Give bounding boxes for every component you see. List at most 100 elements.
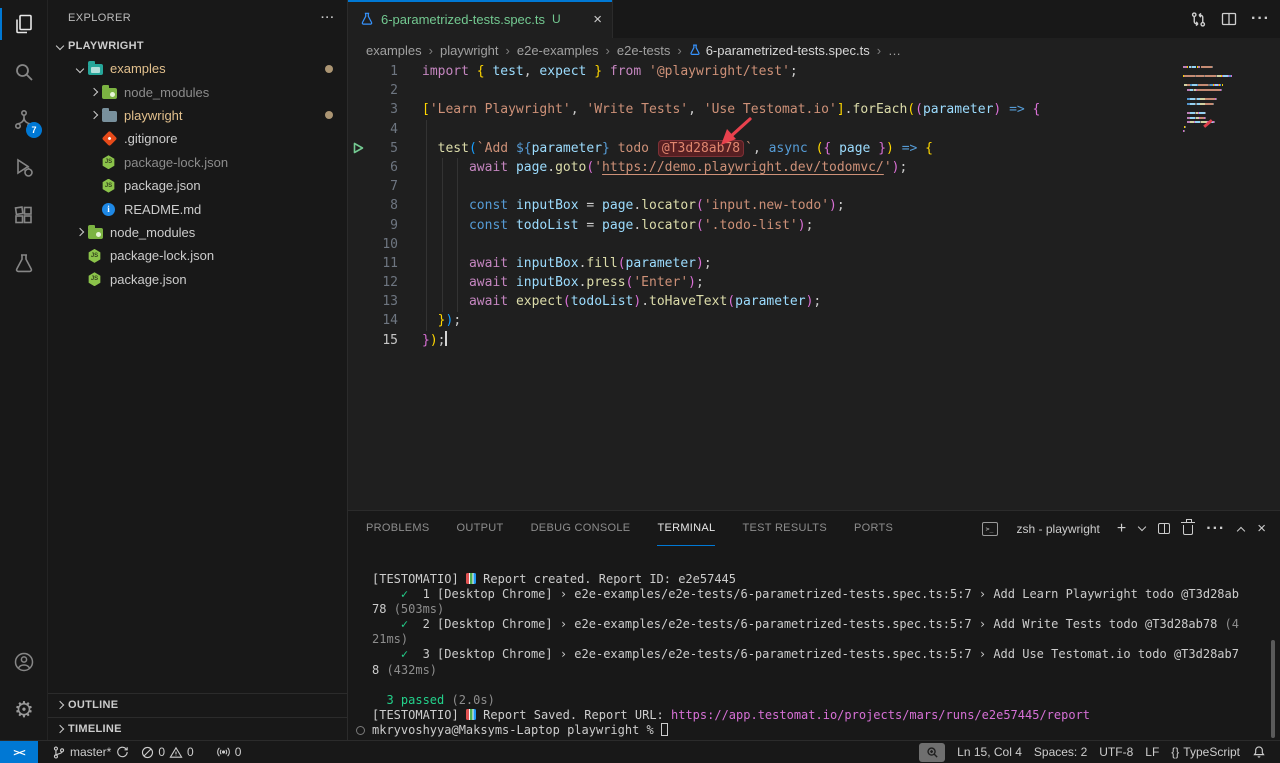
tree-item-node-modules[interactable]: node_modules bbox=[48, 221, 347, 244]
sidebar-title: EXPLORER bbox=[68, 12, 131, 24]
chevron-down-icon bbox=[52, 43, 68, 49]
code-token: { bbox=[477, 64, 485, 79]
panel-tab-output[interactable]: OUTPUT bbox=[457, 511, 504, 546]
breadcrumb-item[interactable]: … bbox=[888, 43, 901, 58]
panel-tab-test-results[interactable]: TEST RESULTS bbox=[742, 511, 827, 546]
tree-item-examples[interactable]: examples bbox=[48, 57, 347, 80]
section-outline[interactable]: OUTLINE bbox=[48, 693, 347, 717]
sidebar-header: EXPLORER ··· bbox=[48, 0, 347, 35]
file-tree: examplesnode_modulesplaywright.gitignore… bbox=[48, 57, 347, 291]
code-token bbox=[894, 141, 902, 156]
screencast-zoom-item[interactable] bbox=[919, 743, 945, 762]
report-chart-icon bbox=[466, 709, 476, 720]
tree-item-node-modules[interactable]: node_modules bbox=[48, 80, 347, 103]
sidebar-more-icon[interactable]: ··· bbox=[321, 12, 335, 24]
tree-root-playwright[interactable]: PLAYWRIGHT bbox=[48, 35, 347, 57]
tab-6-parametrized-tests[interactable]: 6-parametrized-tests.spec.ts U × bbox=[348, 0, 613, 38]
line-number: 2 bbox=[368, 81, 398, 100]
tree-item-package-json[interactable]: JSpackage.json bbox=[48, 268, 347, 291]
problems-status-item[interactable]: 0 0 bbox=[135, 741, 199, 763]
code-token: @T3d28ab78 bbox=[658, 140, 744, 157]
source-control-icon[interactable]: 7 bbox=[0, 96, 48, 144]
tree-item-package-lock-json[interactable]: JSpackage-lock.json bbox=[48, 151, 347, 174]
panel-tab-problems[interactable]: PROBLEMS bbox=[366, 511, 430, 546]
terminal-token: https://app.testomat.io/projects/mars/ru… bbox=[671, 708, 1090, 722]
new-terminal-icon[interactable]: + bbox=[1117, 521, 1126, 537]
breadcrumb-item[interactable]: e2e-examples bbox=[517, 43, 599, 58]
terminal-scrollbar[interactable] bbox=[1271, 640, 1275, 738]
terminal-title[interactable]: zsh - playwright bbox=[1017, 522, 1100, 536]
sync-icon bbox=[115, 745, 129, 759]
split-editor-icon[interactable] bbox=[1221, 11, 1237, 27]
code-token bbox=[602, 64, 610, 79]
panel-tab-terminal[interactable]: TERMINAL bbox=[657, 511, 715, 546]
maximize-panel-icon[interactable] bbox=[1237, 526, 1245, 534]
tab-filename: 6-parametrized-tests.spec.ts bbox=[381, 12, 545, 27]
code-token: ( bbox=[469, 141, 477, 156]
code-token: 'Use Testomat.io' bbox=[704, 102, 837, 117]
run-debug-icon[interactable] bbox=[0, 144, 48, 192]
code-line: 1import { test, expect } from '@playwrig… bbox=[348, 62, 1280, 81]
breadcrumb-item[interactable]: 6-parametrized-tests.spec.ts bbox=[689, 43, 870, 58]
search-icon[interactable] bbox=[0, 48, 48, 96]
tab-close-icon[interactable]: × bbox=[593, 12, 602, 27]
code-token: forEach bbox=[853, 102, 908, 117]
code-token: ; bbox=[790, 64, 798, 79]
section-timeline[interactable]: TIMELINE bbox=[48, 717, 347, 741]
line-number: 3 bbox=[368, 100, 398, 119]
code-token bbox=[422, 218, 469, 233]
settings-gear-icon[interactable]: ⚙ bbox=[0, 686, 48, 734]
test-file-icon bbox=[689, 44, 701, 56]
breadcrumb-item[interactable]: playwright bbox=[440, 43, 499, 58]
open-changes-icon[interactable] bbox=[1190, 11, 1207, 28]
close-panel-icon[interactable]: × bbox=[1257, 521, 1266, 536]
warning-icon bbox=[169, 746, 183, 759]
split-terminal-icon[interactable] bbox=[1158, 523, 1170, 534]
code-token: ( bbox=[907, 102, 915, 117]
code-token: parameter bbox=[626, 256, 696, 271]
cursor-position-item[interactable]: Ln 15, Col 4 bbox=[951, 741, 1028, 763]
terminal-output[interactable]: [TESTOMATIO] Report created. Report ID: … bbox=[348, 546, 1274, 740]
tree-item-label: package-lock.json bbox=[109, 248, 214, 263]
command-decoration-icon bbox=[356, 726, 365, 735]
panel-tab-debug-console[interactable]: DEBUG CONSOLE bbox=[531, 511, 631, 546]
language-mode-item[interactable]: {} TypeScript bbox=[1165, 741, 1246, 763]
testing-icon[interactable] bbox=[0, 240, 48, 288]
breadcrumb-item[interactable]: examples bbox=[366, 43, 422, 58]
account-icon[interactable] bbox=[0, 638, 48, 686]
line-number: 9 bbox=[368, 216, 398, 235]
tree-item-label: package-lock.json bbox=[123, 155, 228, 170]
extensions-icon[interactable] bbox=[0, 192, 48, 240]
explorer-sidebar: EXPLORER ··· PLAYWRIGHT examplesnode_mod… bbox=[48, 0, 348, 740]
code-token: fill bbox=[586, 256, 617, 271]
code-token: todo bbox=[610, 141, 657, 156]
eol-item[interactable]: LF bbox=[1139, 741, 1165, 763]
minimap[interactable] bbox=[1183, 66, 1259, 146]
kill-terminal-icon[interactable] bbox=[1183, 525, 1193, 535]
breadcrumb-item[interactable]: e2e-tests bbox=[617, 43, 670, 58]
terminal-token: [TESTOMATIO] bbox=[372, 572, 466, 586]
terminal-dropdown-icon[interactable] bbox=[1138, 523, 1146, 531]
tree-item-label: playwright bbox=[123, 108, 183, 123]
code-editor[interactable]: 1import { test, expect } from '@playwrig… bbox=[348, 62, 1280, 510]
terminal-token: Report Saved. Report URL: bbox=[476, 708, 671, 722]
editor-more-icon[interactable]: ··· bbox=[1251, 10, 1270, 28]
indentation-item[interactable]: Spaces: 2 bbox=[1028, 741, 1093, 763]
notifications-bell-item[interactable] bbox=[1246, 741, 1272, 763]
tree-item-package-json[interactable]: JSpackage.json bbox=[48, 174, 347, 197]
code-token: ; bbox=[837, 198, 845, 213]
tree-item-playwright[interactable]: playwright bbox=[48, 104, 347, 127]
tree-item-package-lock-json[interactable]: JSpackage-lock.json bbox=[48, 244, 347, 267]
panel-tab-ports[interactable]: PORTS bbox=[854, 511, 893, 546]
ports-status-item[interactable]: 0 bbox=[210, 741, 248, 763]
tree-item--gitignore[interactable]: .gitignore bbox=[48, 127, 347, 150]
run-test-icon[interactable] bbox=[352, 142, 364, 154]
encoding-item[interactable]: UTF-8 bbox=[1093, 741, 1139, 763]
remote-indicator[interactable]: >< bbox=[0, 741, 38, 763]
tree-item-readme-md[interactable]: iREADME.md bbox=[48, 197, 347, 220]
chevron-right-icon bbox=[86, 89, 102, 95]
branch-status-item[interactable]: master* bbox=[46, 741, 135, 763]
explorer-icon[interactable] bbox=[0, 0, 48, 48]
file-icon-slot: JS bbox=[102, 179, 123, 193]
panel-more-icon[interactable]: ··· bbox=[1206, 520, 1225, 538]
